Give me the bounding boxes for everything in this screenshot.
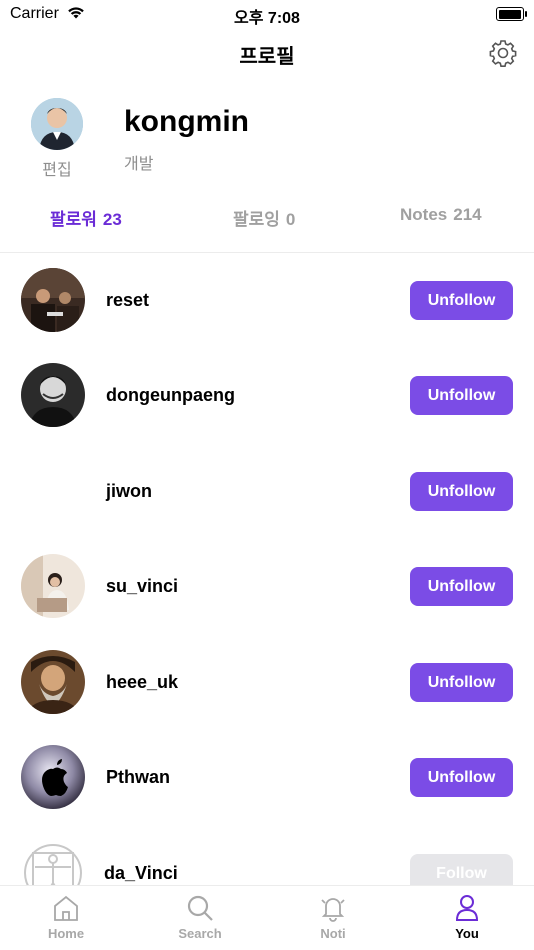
- unfollow-button[interactable]: Unfollow: [410, 281, 513, 320]
- avatar[interactable]: [21, 745, 85, 809]
- tab-label: Home: [47, 926, 85, 941]
- status-bar: Carrier 오후 7:08: [0, 0, 534, 28]
- tab-followers[interactable]: 팔로워 23: [50, 205, 122, 230]
- tab-home[interactable]: Home: [26, 894, 106, 941]
- bell-icon: [321, 898, 345, 922]
- person-icon: [455, 895, 479, 921]
- follower-name[interactable]: da_Vinci: [104, 863, 178, 884]
- unfollow-button[interactable]: Unfollow: [410, 663, 513, 702]
- tab-count: 23: [102, 210, 122, 229]
- tab-search[interactable]: Search: [160, 894, 240, 941]
- tab-label: Notes: [400, 205, 448, 224]
- avatar[interactable]: [31, 98, 83, 150]
- tab-label: Noti: [320, 926, 346, 941]
- follower-name[interactable]: reset: [106, 290, 149, 311]
- list-item[interactable]: jiwon Unfollow: [0, 444, 534, 539]
- profile-role: 개발: [124, 156, 154, 173]
- tab-following[interactable]: 팔로잉 0: [233, 205, 295, 230]
- avatar[interactable]: [21, 650, 85, 714]
- list-item[interactable]: su_vinci Unfollow: [0, 539, 534, 634]
- unfollow-button[interactable]: Unfollow: [410, 758, 513, 797]
- gear-icon[interactable]: [488, 38, 518, 68]
- home-icon: [54, 895, 78, 921]
- list-item[interactable]: reset Unfollow: [0, 253, 534, 348]
- profile-username: kongmin: [124, 105, 249, 138]
- tab-label: 팔로잉: [233, 210, 280, 229]
- follower-name[interactable]: heee_uk: [106, 672, 178, 693]
- follower-name[interactable]: dongeunpaeng: [106, 385, 235, 406]
- tab-label: You: [455, 926, 479, 941]
- tab-count: 0: [285, 210, 296, 229]
- search-icon: [187, 895, 213, 921]
- tab-count: 214: [453, 205, 482, 224]
- tab-notes[interactable]: Notes 214: [400, 205, 482, 225]
- follower-name[interactable]: Pthwan: [106, 767, 170, 788]
- edit-profile-button[interactable]: 편집: [31, 156, 83, 180]
- avatar[interactable]: [21, 268, 85, 332]
- follower-name[interactable]: jiwon: [106, 481, 152, 502]
- tab-label: 팔로워: [50, 210, 97, 229]
- avatar[interactable]: [21, 459, 85, 523]
- battery-icon: [496, 7, 527, 21]
- unfollow-button[interactable]: Unfollow: [410, 376, 513, 415]
- status-time: 오후 7:08: [234, 10, 300, 27]
- avatar[interactable]: [21, 363, 85, 427]
- tab-bar: Home Search Noti You: [0, 885, 534, 950]
- unfollow-button[interactable]: Unfollow: [410, 472, 513, 511]
- unfollow-button[interactable]: Unfollow: [410, 567, 513, 606]
- tab-label: Search: [178, 926, 222, 941]
- page-title: 프로필: [239, 46, 295, 68]
- avatar[interactable]: [21, 554, 85, 618]
- list-item[interactable]: heee_uk Unfollow: [0, 635, 534, 730]
- profile-tabs: 팔로워 23 팔로잉 0 Notes 214: [0, 205, 534, 239]
- list-item[interactable]: Pthwan Unfollow: [0, 730, 534, 825]
- tab-you[interactable]: You: [427, 894, 507, 941]
- follower-name[interactable]: su_vinci: [106, 576, 178, 597]
- list-item[interactable]: dongeunpaeng Unfollow: [0, 348, 534, 443]
- tab-noti[interactable]: Noti: [293, 894, 373, 941]
